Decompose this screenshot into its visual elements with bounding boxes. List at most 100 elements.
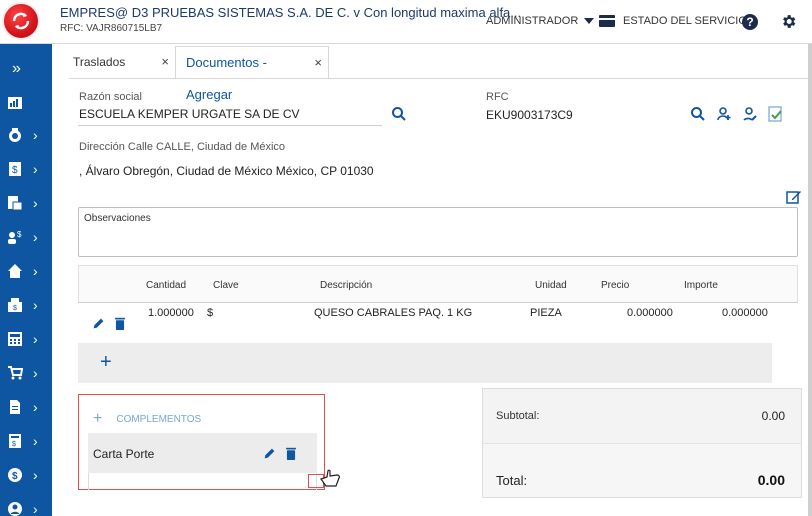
dollar-icon: $ bbox=[8, 468, 22, 482]
trash-icon[interactable] bbox=[114, 317, 126, 330]
add-item-button[interactable]: + bbox=[100, 351, 112, 374]
close-icon[interactable]: × bbox=[161, 46, 169, 78]
totals-divider bbox=[483, 443, 801, 444]
people-money-icon: $ bbox=[8, 230, 22, 244]
items-table: Cantidad Clave Descripción Unidad Precio… bbox=[78, 265, 798, 383]
razon-social-field[interactable]: ESCUELA KEMPER URGATE SA DE CV bbox=[79, 107, 300, 121]
chevron-right-icon: › bbox=[33, 195, 38, 211]
cell-importe: 0.000000 bbox=[722, 307, 768, 319]
validate-document-icon[interactable] bbox=[768, 106, 784, 122]
sidebar-expand-button[interactable]: » bbox=[12, 60, 21, 78]
dashboard-icon bbox=[8, 97, 22, 109]
direccion-value: , Álvaro Obregón, Ciudad de México Méxic… bbox=[79, 164, 374, 178]
sidebar-item-report[interactable]: $ › bbox=[0, 426, 52, 456]
file-icon bbox=[10, 400, 20, 414]
user-icon bbox=[8, 502, 22, 516]
chevron-right-icon: › bbox=[33, 331, 38, 347]
help-icon[interactable]: ? bbox=[742, 14, 758, 30]
company-title: EMPRES@ D3 PRUEBAS SISTEMAS S.A. DE C. v… bbox=[60, 5, 522, 20]
subtotal-row: Subtotal: 0.00 bbox=[483, 389, 801, 443]
calculator-icon bbox=[8, 332, 22, 346]
svg-text:$: $ bbox=[12, 165, 18, 176]
add-user-icon[interactable] bbox=[716, 106, 732, 122]
tab-traslados[interactable]: Traslados × bbox=[69, 46, 175, 78]
cell-descripcion: QUESO CABRALES PAQ. 1 KG bbox=[314, 307, 473, 319]
column-header: Precio bbox=[601, 280, 630, 291]
sidebar-item-file[interactable]: › bbox=[0, 392, 52, 422]
sidebar-item-cart[interactable]: › bbox=[0, 358, 52, 388]
tab-divider bbox=[69, 78, 809, 79]
edit-pencil-icon[interactable] bbox=[92, 317, 105, 330]
tab-documentos-agregar[interactable]: Documentos - Agregar × bbox=[175, 46, 329, 102]
documents-icon bbox=[8, 196, 23, 211]
top-header: EMPRES@ D3 PRUEBAS SISTEMAS S.A. DE C. v… bbox=[0, 0, 812, 44]
observaciones-textarea[interactable]: Observaciones bbox=[78, 207, 798, 257]
totals-panel: Subtotal: 0.00 Total: 0.00 bbox=[482, 388, 802, 498]
window-edge bbox=[808, 44, 812, 516]
sidebar-item-documents[interactable]: › bbox=[0, 188, 52, 218]
chevron-right-icon: › bbox=[33, 297, 38, 313]
complement-item[interactable]: Carta Porte bbox=[88, 433, 317, 473]
invoice-icon: $ bbox=[9, 162, 21, 176]
sidebar-item-dashboard[interactable] bbox=[0, 88, 52, 118]
sidebar-item-cash-register[interactable]: $ › bbox=[0, 290, 52, 320]
cell-cantidad: 1.000000 bbox=[148, 307, 194, 319]
admin-menu[interactable]: ADMINISTRADOR bbox=[486, 15, 595, 27]
hand-pointer-icon bbox=[320, 469, 340, 487]
chevron-right-icon: › bbox=[33, 229, 38, 245]
search-icon[interactable] bbox=[690, 106, 706, 122]
complement-label: Carta Porte bbox=[93, 447, 155, 461]
report-icon: $ bbox=[9, 434, 21, 448]
add-complement-button[interactable]: + COMPLEMENTOS bbox=[93, 410, 201, 428]
direccion-label: Dirección Calle CALLE, Ciudad de México bbox=[79, 141, 286, 153]
coins-icon bbox=[9, 128, 21, 142]
edit-user-icon[interactable] bbox=[742, 106, 758, 122]
edit-icon[interactable] bbox=[786, 189, 802, 205]
field-underline bbox=[78, 125, 382, 126]
add-item-row: + bbox=[78, 343, 772, 383]
edit-pencil-icon[interactable] bbox=[263, 447, 276, 460]
column-header: Descripción bbox=[320, 280, 373, 291]
complement-spacer bbox=[88, 473, 317, 490]
chevron-right-icon: › bbox=[33, 161, 38, 177]
gear-icon[interactable] bbox=[780, 13, 797, 30]
search-icon[interactable] bbox=[391, 106, 407, 122]
tab-bar: Traslados × Documentos - Agregar × bbox=[69, 46, 329, 102]
column-header: Importe bbox=[684, 280, 718, 291]
cart-icon bbox=[8, 366, 23, 380]
subtotal-label: Subtotal: bbox=[496, 410, 540, 422]
admin-label: ADMINISTRADOR bbox=[486, 15, 579, 27]
app-logo[interactable] bbox=[2, 2, 40, 40]
chevron-right-icon: › bbox=[33, 501, 38, 516]
sidebar-item-coins[interactable]: › bbox=[0, 120, 52, 150]
sidebar-item-calculator[interactable]: › bbox=[0, 324, 52, 354]
svg-text:$: $ bbox=[13, 305, 17, 312]
total-value: 0.00 bbox=[757, 472, 785, 488]
rfc-label: RFC bbox=[486, 91, 509, 103]
sidebar-item-user[interactable]: › bbox=[0, 494, 52, 516]
chevron-right-icon: › bbox=[33, 467, 38, 483]
rfc-field[interactable]: EKU9003173C9 bbox=[486, 108, 573, 122]
plus-icon: + bbox=[93, 410, 103, 427]
column-header: Unidad bbox=[535, 280, 567, 291]
cell-clave: $ bbox=[207, 307, 214, 319]
service-status-button[interactable]: ESTADO DEL SERVICIO bbox=[599, 15, 747, 27]
complements-panel: + COMPLEMENTOS Carta Porte bbox=[78, 394, 325, 490]
sidebar-item-people-money[interactable]: $ › bbox=[0, 222, 52, 252]
trash-icon[interactable] bbox=[285, 447, 297, 460]
caret-down-icon bbox=[584, 18, 595, 24]
sidebar: » › $ › › $ › › $ › › › › $ › $ › › bbox=[0, 44, 52, 516]
table-header: Cantidad Clave Descripción Unidad Precio… bbox=[78, 265, 798, 303]
service-status-label: ESTADO DEL SERVICIO bbox=[623, 15, 747, 27]
svg-text:$: $ bbox=[12, 441, 16, 448]
close-icon[interactable]: × bbox=[314, 47, 322, 79]
sidebar-item-invoice[interactable]: $ › bbox=[0, 154, 52, 184]
sidebar-item-home[interactable]: › bbox=[0, 256, 52, 286]
subtotal-value: 0.00 bbox=[761, 409, 785, 423]
home-icon bbox=[8, 264, 22, 278]
sidebar-item-dollar[interactable]: $ › bbox=[0, 460, 52, 490]
chevron-right-icon: › bbox=[33, 433, 38, 449]
chevron-right-icon: › bbox=[33, 365, 38, 381]
svg-text:$: $ bbox=[12, 471, 18, 482]
company-rfc: RFC: VAJR860715LB7 bbox=[60, 23, 163, 34]
